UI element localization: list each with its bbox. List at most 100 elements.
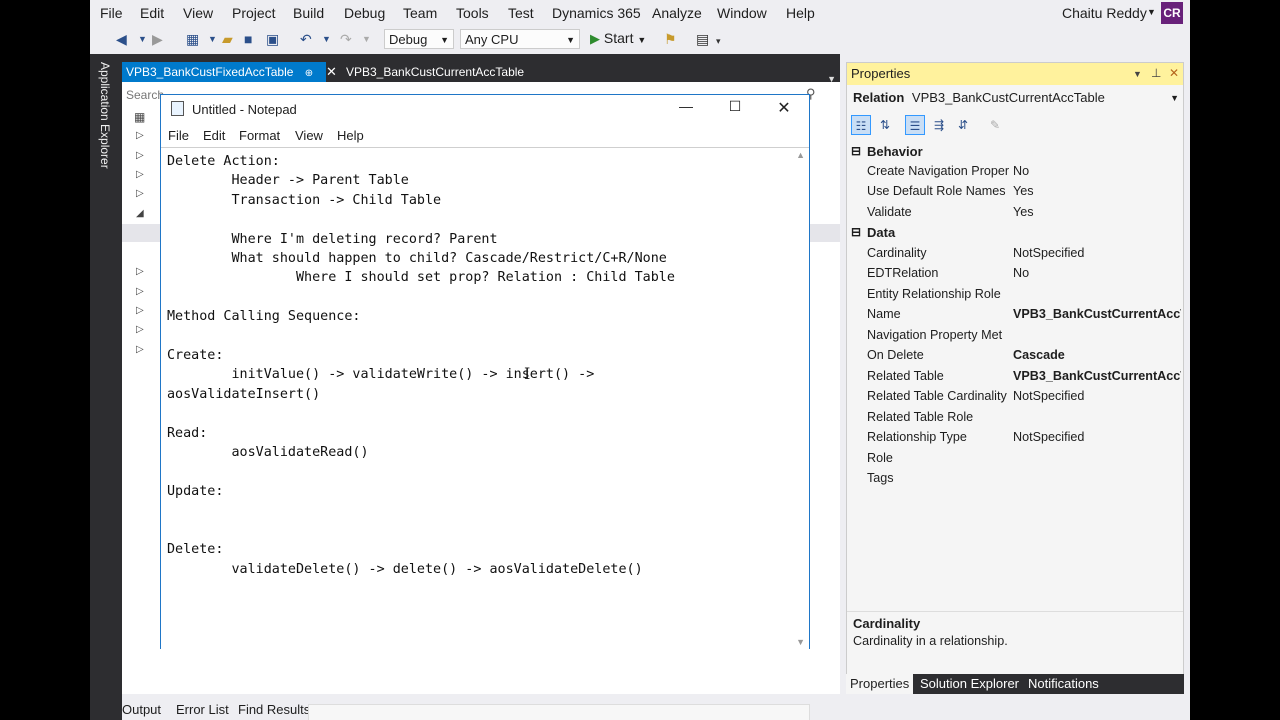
doc-tab-current-acc-table[interactable]: VPB3_BankCustCurrentAccTable [342, 62, 540, 82]
menu-team[interactable]: Team [403, 5, 437, 21]
expand-arrow-icon[interactable]: ▷ [136, 324, 144, 335]
expand-arrow-icon[interactable]: ▷ [136, 305, 144, 316]
property-row[interactable]: Name VPB3_BankCustCurrentAccTa [847, 304, 1183, 324]
menu-view[interactable]: View [183, 5, 213, 21]
maximize-icon[interactable]: ☐ [712, 98, 758, 115]
menu-dynamics-365[interactable]: Dynamics 365 [552, 5, 641, 21]
expand-arrow-icon[interactable]: ▷ [136, 286, 144, 297]
property-row[interactable]: Tags [847, 468, 1183, 488]
property-row[interactable]: Role [847, 448, 1183, 468]
chevron-down-icon[interactable]: ▼ [1133, 69, 1142, 79]
menu-edit[interactable]: Edit [140, 5, 164, 21]
properties-object-selector[interactable]: Relation VPB3_BankCustCurrentAccTable [853, 90, 1105, 105]
menu-debug[interactable]: Debug [344, 5, 385, 21]
property-value[interactable]: VPB3_BankCustCurrentAccTa [1013, 369, 1181, 383]
close-icon[interactable]: ✕ [326, 62, 337, 82]
property-row[interactable]: Entity Relationship Role [847, 284, 1183, 304]
pin-icon[interactable]: ⊕ [305, 68, 313, 79]
property-row[interactable]: EDTRelation No [847, 263, 1183, 283]
menu-analyze[interactable]: Analyze [652, 5, 702, 21]
save-all-icon[interactable]: ▣ [266, 31, 279, 48]
chevron-down-icon[interactable]: ▼ [1147, 7, 1156, 17]
collapse-arrow-icon[interactable]: ◢ [136, 208, 144, 219]
overflow-icon[interactable]: ▾ [716, 36, 721, 47]
tab-notifications[interactable]: Notifications [1028, 676, 1099, 691]
expand-arrow-icon[interactable]: ▷ [136, 169, 144, 180]
notepad-menu-help[interactable]: Help [337, 128, 364, 143]
notepad-window[interactable]: Untitled - Notepad — ☐ ✕ File Edit Forma… [160, 94, 810, 649]
start-button[interactable]: ▶ Start ▼ [590, 30, 646, 47]
property-value[interactable]: NotSpecified [1013, 246, 1181, 260]
redo-icon[interactable]: ↷ [340, 31, 352, 48]
wrench-icon[interactable]: ✎ [985, 115, 1005, 135]
close-icon[interactable]: ✕ [1169, 66, 1179, 80]
category-behavior[interactable]: ⊟ Behavior [847, 141, 1183, 161]
notepad-menu-view[interactable]: View [295, 128, 323, 143]
tab-output[interactable]: Output [122, 702, 161, 717]
scroll-down-icon[interactable]: ▼ [796, 637, 805, 647]
notepad-text-area[interactable]: Delete Action: Header -> Parent Table Tr… [161, 147, 809, 649]
property-row[interactable]: Navigation Property Met [847, 325, 1183, 345]
property-row[interactable]: Cardinality NotSpecified [847, 243, 1183, 263]
property-row[interactable]: Related Table Cardinality NotSpecified [847, 386, 1183, 406]
tab-find-results[interactable]: Find Results [238, 702, 310, 717]
categorized-icon[interactable]: ☷ [851, 115, 871, 135]
chevron-down-icon[interactable]: ▼ [362, 34, 371, 44]
menu-test[interactable]: Test [508, 5, 534, 21]
property-value[interactable]: Yes [1013, 184, 1181, 198]
collapse-icon[interactable]: ⊟ [851, 225, 861, 239]
expand-arrow-icon[interactable]: ▷ [136, 344, 144, 355]
category-data[interactable]: ⊟ Data [847, 222, 1183, 242]
expand-arrow-icon[interactable]: ▷ [136, 150, 144, 161]
property-row[interactable]: Use Default Role Names Yes [847, 181, 1183, 201]
user-name[interactable]: Chaitu Reddy [1062, 5, 1147, 21]
property-row[interactable]: Related Table VPB3_BankCustCurrentAccTa [847, 366, 1183, 386]
undo-icon[interactable]: ↶ [300, 31, 312, 48]
avatar[interactable]: CR [1161, 2, 1183, 24]
application-explorer-tab[interactable]: Application Explorer [90, 54, 122, 720]
property-value[interactable]: Yes [1013, 205, 1181, 219]
expand-arrow-icon[interactable]: ▷ [136, 266, 144, 277]
open-folder-icon[interactable]: ▰ [222, 31, 233, 48]
property-row[interactable]: Create Navigation Proper No [847, 161, 1183, 181]
sort-icon[interactable]: ⇵ [953, 115, 973, 135]
search-input[interactable]: Search [126, 88, 164, 102]
property-value[interactable]: VPB3_BankCustCurrentAccTa [1013, 307, 1181, 321]
doc-tab-fixed-acc-table[interactable]: VPB3_BankCustFixedAccTable ⊕ [122, 62, 326, 82]
events-icon[interactable]: ⇶ [929, 115, 949, 135]
expand-arrow-icon[interactable]: ▷ [136, 188, 144, 199]
menu-build[interactable]: Build [293, 5, 324, 21]
chevron-down-icon[interactable]: ▼ [208, 34, 217, 44]
property-row[interactable]: Validate Yes [847, 202, 1183, 222]
forward-icon[interactable]: ▶ [152, 31, 163, 48]
property-value[interactable]: Cascade [1013, 348, 1181, 362]
alphabetical-icon[interactable]: ⇅ [875, 115, 895, 135]
platform-select[interactable]: Any CPU ▼ [460, 29, 580, 49]
property-row[interactable]: On Delete Cascade [847, 345, 1183, 365]
save-icon[interactable]: ■ [244, 31, 252, 47]
property-value[interactable]: NotSpecified [1013, 430, 1181, 444]
scroll-up-icon[interactable]: ▲ [796, 150, 805, 160]
layout-icon[interactable]: ▤ [696, 31, 709, 48]
tab-solution-explorer[interactable]: Solution Explorer [920, 676, 1019, 691]
back-icon[interactable]: ◀ [116, 31, 127, 48]
new-project-icon[interactable]: ▦ [186, 31, 199, 48]
notepad-menu-edit[interactable]: Edit [203, 128, 225, 143]
pin-icon[interactable]: ⊥ [1151, 66, 1161, 80]
tab-properties[interactable]: Properties [846, 674, 914, 694]
notepad-menu-file[interactable]: File [168, 128, 189, 143]
property-value[interactable]: No [1013, 266, 1181, 280]
menu-file[interactable]: File [100, 5, 123, 21]
expand-arrow-icon[interactable]: ▷ [136, 130, 144, 141]
config-select[interactable]: Debug ▼ [384, 29, 454, 49]
chevron-down-icon[interactable]: ▼ [1170, 93, 1179, 103]
property-row[interactable]: Related Table Role [847, 407, 1183, 427]
tab-error-list[interactable]: Error List [176, 702, 229, 717]
menu-tools[interactable]: Tools [456, 5, 489, 21]
collapse-icon[interactable]: ⊟ [851, 144, 861, 158]
menu-window[interactable]: Window [717, 5, 767, 21]
chevron-down-icon[interactable]: ▼ [322, 34, 331, 44]
properties-icon[interactable]: ☰ [905, 115, 925, 135]
attach-icon[interactable]: ⚑ [664, 31, 677, 48]
close-icon[interactable]: ✕ [761, 98, 807, 118]
